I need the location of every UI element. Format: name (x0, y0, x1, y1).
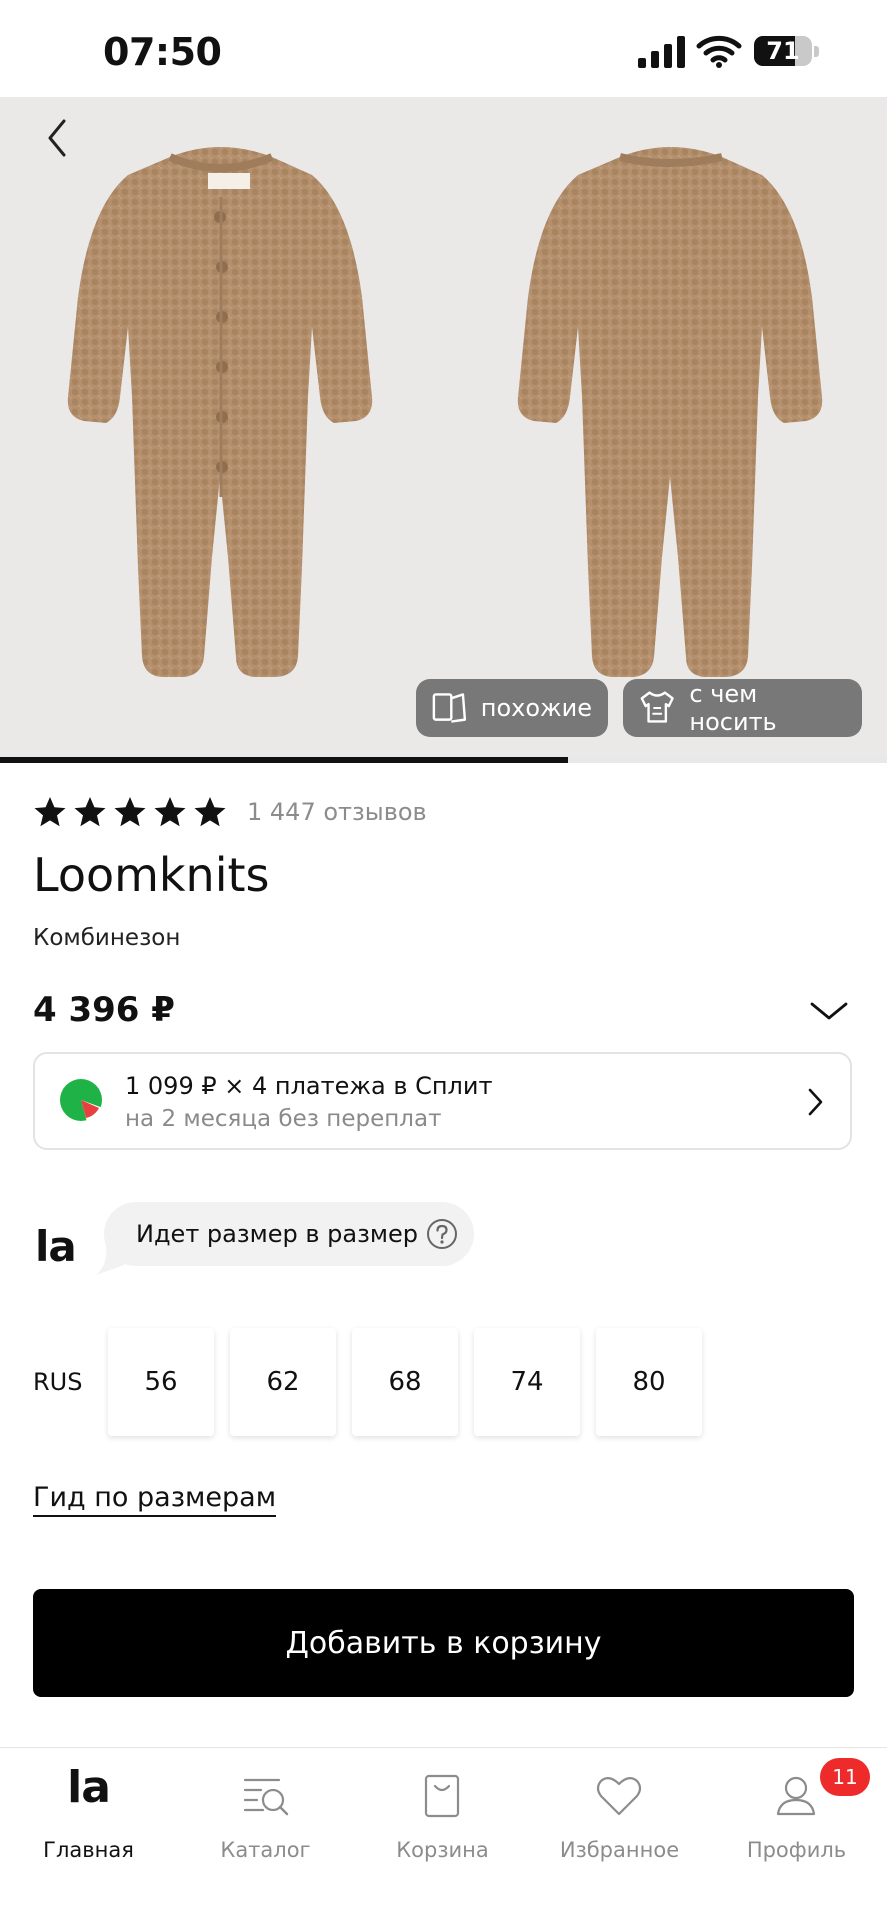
product-price: 4 396 ₽ (33, 990, 175, 1030)
nav-profile[interactable]: 11 Профиль (708, 1748, 885, 1888)
profile-notification-badge: 11 (820, 1758, 870, 1796)
star-icon (194, 797, 226, 827)
shopping-bag-icon (424, 1774, 460, 1818)
cellular-signal-icon (638, 36, 685, 68)
question-icon[interactable] (426, 1218, 458, 1250)
nav-cart-label: Корзина (396, 1838, 489, 1862)
product-photo-front (67, 147, 373, 677)
bottom-navigation: la Главная Каталог Корзина Избранное 11 … (0, 1747, 887, 1921)
gallery-progress-track (0, 757, 887, 763)
product-photo-back (517, 147, 823, 677)
chevron-down-icon[interactable] (808, 996, 850, 1026)
product-brand[interactable]: Loomknits (33, 848, 270, 902)
size-option-68[interactable]: 68 (352, 1328, 458, 1436)
split-subtitle: на 2 месяца без переплат (125, 1106, 442, 1132)
fit-tip-text: Идет размер в размер (136, 1220, 418, 1248)
what-to-wear-button[interactable]: с чем носить (623, 679, 862, 737)
split-payment-card[interactable]: 1 099 ₽ × 4 платежа в Сплит на 2 месяца … (33, 1052, 852, 1150)
nav-favorites-label: Избранное (559, 1838, 680, 1862)
nav-cart[interactable]: Корзина (354, 1748, 531, 1888)
size-selector: 56 62 68 74 80 (108, 1328, 718, 1436)
star-icon (154, 797, 186, 827)
rating-row[interactable]: 1 447 отзывов (33, 792, 427, 832)
similar-icon (432, 693, 467, 723)
status-bar: 07:50 71 (0, 0, 887, 97)
add-to-cart-button[interactable]: Добавить в корзину (33, 1589, 854, 1697)
what-to-wear-label: с чем носить (689, 680, 777, 736)
star-icon (114, 797, 146, 827)
rating-stars (33, 795, 233, 829)
split-logo-icon (60, 1079, 103, 1122)
nav-profile-label: Профиль (746, 1838, 847, 1862)
chevron-right-icon (808, 1088, 823, 1116)
size-option-74[interactable]: 74 (474, 1328, 580, 1436)
size-guide-link[interactable]: Гид по размерам (33, 1482, 277, 1517)
la-logo: la (35, 1222, 77, 1271)
battery-percent: 71 (766, 37, 800, 65)
nav-catalog-label: Каталог (220, 1838, 311, 1862)
catalog-search-icon (243, 1778, 289, 1816)
heart-icon (596, 1777, 642, 1816)
profile-icon (776, 1776, 816, 1816)
star-icon (34, 797, 66, 827)
nav-catalog[interactable]: Каталог (177, 1748, 354, 1888)
fit-tip-bubble: Идет размер в размер (104, 1202, 474, 1266)
battery-icon: 71 (754, 36, 820, 66)
clothes-icon (640, 691, 674, 723)
similar-button[interactable]: похожие (416, 679, 608, 737)
product-category: Комбинезон (33, 925, 181, 951)
split-title: 1 099 ₽ × 4 платежа в Сплит (125, 1072, 493, 1100)
reviews-count[interactable]: 1 447 отзывов (247, 798, 427, 826)
similar-label: похожие (480, 694, 592, 722)
home-logo-icon: la (67, 1762, 111, 1813)
nav-favorites[interactable]: Избранное (531, 1748, 708, 1888)
nav-home-label: Главная (43, 1838, 134, 1862)
size-system-label: RUS (33, 1368, 83, 1396)
status-time: 07:50 (103, 30, 222, 74)
size-option-56[interactable]: 56 (108, 1328, 214, 1436)
nav-home[interactable]: la Главная (0, 1748, 177, 1888)
product-image-gallery[interactable]: похожие с чем носить (0, 97, 887, 757)
wifi-icon (696, 35, 742, 68)
size-option-80[interactable]: 80 (596, 1328, 702, 1436)
size-option-62[interactable]: 62 (230, 1328, 336, 1436)
gallery-progress-indicator (0, 757, 568, 763)
star-icon (74, 797, 106, 827)
